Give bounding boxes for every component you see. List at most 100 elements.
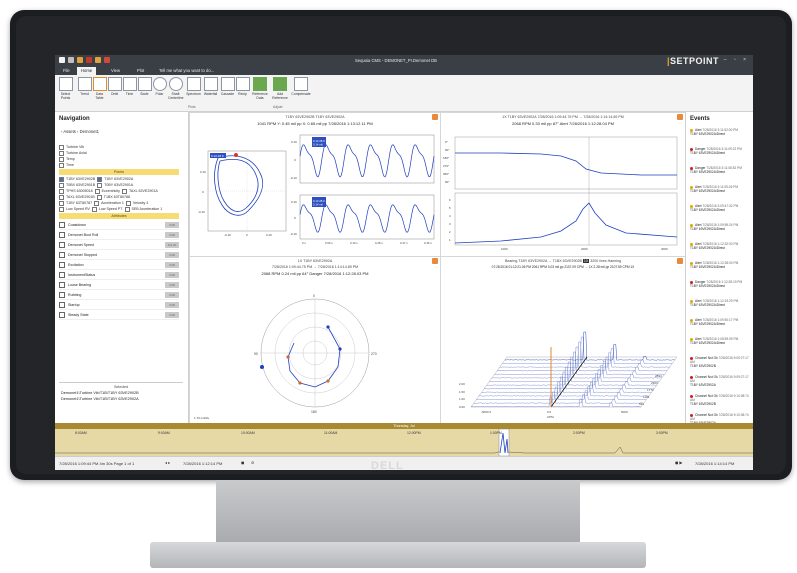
attribute-row[interactable]: InstrumentStatus 0.00	[59, 270, 179, 280]
tab-home[interactable]: Home	[77, 67, 96, 75]
compensate-button[interactable]: Compensate	[291, 77, 311, 96]
event-point: T1BY 63VE2902A\Direct	[690, 341, 725, 345]
save-icon[interactable]	[59, 57, 65, 63]
event-item[interactable]: Alert 7/28/2016 1:12:28:00 PM T1BY 63VE29…	[690, 261, 752, 269]
event-item[interactable]: Alert 7/28/2016 1:08:59:09 PM T1BY 63VE29…	[690, 337, 752, 345]
timeline-bar[interactable]: Thursday, Jul 8:00AM 9:00AM 10:00AM 11:00AM…	[55, 423, 753, 456]
bode-svg: 0° 90° 180° 270° 360° 90° 6 5 4 3 2 1 10…	[441, 113, 685, 256]
trend-button[interactable]: Trend	[77, 77, 92, 96]
pin-icon[interactable]	[432, 114, 438, 120]
title-bar: Sequoia CMS - DEMONET_PI.Demonet DB |SET…	[55, 55, 753, 66]
tell-me-search[interactable]: Tell me what you want to do...	[155, 67, 218, 75]
layout-icon[interactable]	[95, 57, 101, 63]
bookmark-icon[interactable]	[104, 57, 110, 63]
waterfall-trace	[497, 347, 667, 371]
time-waveform-icon	[123, 77, 137, 91]
cascade-button[interactable]: Cascade	[220, 77, 235, 96]
waveform-lower: 0.13 28.0 0.14 mil 0.16 0 -0.16	[290, 195, 434, 239]
attribute-row[interactable]: Demonet Boot Roll 0.00	[59, 230, 179, 240]
event-item[interactable]: Alert 7/28/2016 1:12:32:00 PM T1BY 63VE29…	[690, 242, 752, 250]
attribute-row[interactable]: Excitation 0.00	[59, 260, 179, 270]
event-item[interactable]: Danger 7/28/2016 3:11:09:22 PM T1BY 63VE2…	[690, 147, 752, 155]
waterfall-trace	[492, 357, 662, 378]
attribute-row[interactable]: Coastdown 0.00	[59, 220, 179, 230]
event-item[interactable]: Alert 7/28/2016 3:09:47:32 PM T1BY 63VE29…	[690, 204, 752, 212]
pin-icon[interactable]	[677, 258, 683, 264]
bode-plot[interactable]: 1X T1BY 63VE2902A 7/28/2016 1:09:44.75 P…	[440, 112, 686, 257]
add-reference-button[interactable]: Add Reference	[271, 77, 289, 100]
window-controls[interactable]: – ▫ ×	[724, 57, 749, 63]
event-item[interactable]: Alert 7/28/2016 3:11:05:26 PM T1BY 63VE29…	[690, 185, 752, 193]
cancel-icon[interactable]: ⊘	[251, 460, 254, 465]
waterfall-trace	[487, 367, 657, 385]
amp-tick: 0.00	[459, 405, 465, 409]
shaft-centerline-icon	[169, 77, 183, 91]
plot-icon[interactable]	[77, 57, 83, 63]
event-item[interactable]: Alert 7/28/2016 1:09:50:17 PM T1BY 63VE29…	[690, 318, 752, 326]
event-item[interactable]: Alert 7/28/2016 3:11:52:00 PM T1BY 63VE29…	[690, 128, 752, 136]
point-item[interactable]: Low Speed RV Low Speed PT SEB Accelerati…	[59, 206, 179, 212]
event-point: T1BY 63VE2902A\Direct	[690, 151, 725, 155]
attribute-row[interactable]: Demonet Speed 111.20	[59, 240, 179, 250]
channel-checklist: Turbine Vib Turbine Axial Temp Time Poin…	[59, 144, 179, 320]
selected-point[interactable]: Demonet1\Turbine Vib\T1B\T1BY 63VE2902B	[61, 391, 183, 395]
wave-x-tick: 0.19 s	[350, 241, 358, 245]
pin-icon[interactable]	[677, 114, 683, 120]
channel-item[interactable]: Time	[59, 162, 179, 168]
bode-button[interactable]: Bode	[137, 77, 152, 96]
shaft-centerline-button[interactable]: Shaft Centerline	[168, 77, 183, 100]
wave-y-tick: -0.10	[290, 176, 297, 180]
polar-button[interactable]: Polar	[152, 77, 167, 96]
orbit-x-tick: 0.16	[266, 233, 272, 237]
event-item[interactable]: Channel Not Ok 7/28/2016 9:09:27:17 AM T1…	[690, 356, 752, 368]
polar-plot[interactable]: 1X T1BY 63VE2902A 7/28/2016 1:09:44.75 P…	[189, 256, 441, 424]
setpoint-logo: |SETPOINT	[667, 56, 719, 66]
selected-point[interactable]: Demonet1\Turbine Vib\T1B\T1BY 63VE2902A	[61, 397, 183, 401]
nav-arrows-icon[interactable]: ◂ ▸	[165, 460, 170, 465]
refresh-icon[interactable]	[86, 57, 92, 63]
event-item[interactable]: Danger 7/28/2016 1:12:28:19 PM T1BY 63VE2…	[690, 280, 752, 288]
reference-data-button[interactable]: Reference Data	[251, 77, 269, 100]
event-item[interactable]: Channel Not Ok 7/28/2016 9:09:27:17 AM T1…	[690, 375, 752, 387]
event-item[interactable]: Alert 7/28/2016 1:12:19:29 PM T1BY 63VE29…	[690, 299, 752, 307]
tab-plot[interactable]: Plot	[133, 67, 148, 75]
ribbon-toolbar: Select Points Trend Data Table Orbit Tim…	[55, 75, 753, 112]
recip-button[interactable]: Recip	[235, 77, 250, 96]
time-button[interactable]: Time	[122, 77, 137, 96]
waterfall-button[interactable]: Waterfall	[203, 77, 218, 96]
orbit-svg: 0.13 28.0 0.16 0 -0.16 -0.16 0 0.16 0.13…	[190, 113, 440, 256]
spectrum-button[interactable]: Spectrum	[186, 77, 201, 96]
waterfall-trace	[505, 332, 675, 360]
event-status: Channel Not Ok	[695, 394, 718, 398]
event-item[interactable]: Channel Not Ok 7/28/2016 9:10:08:74 AMT1…	[690, 394, 752, 406]
polar-svg: 0 270 180 90 1.70 mil/div	[190, 257, 440, 423]
data-table-button[interactable]: Data Table	[92, 77, 107, 100]
attribute-row[interactable]: Startup 0.00	[59, 300, 179, 310]
pin-icon[interactable]	[432, 258, 438, 264]
timeline-tick: 12:00PM	[407, 431, 421, 435]
event-item[interactable]: Danger 7/28/2016 3:11:08:52 PM T1BY 63VE2…	[690, 166, 752, 174]
orbit-button[interactable]: Orbit	[107, 77, 122, 96]
amplitude-frame	[455, 193, 677, 245]
settings-icon[interactable]	[68, 57, 74, 63]
attribute-row[interactable]: Rubbing 0.00	[59, 290, 179, 300]
waterfall-plot[interactable]: Bearing T1BY 63VE2902A → T1BX 63VE2902B …	[440, 256, 686, 424]
attribute-row[interactable]: Loose Bearing 0.00	[59, 280, 179, 290]
wave-y-tick: -0.16	[290, 232, 297, 236]
event-item[interactable]: Alert 7/28/2016 1:09:59:24 PM T1BY 63VE29…	[690, 223, 752, 231]
attribute-row[interactable]: Demonet Stopped 0.00	[59, 250, 179, 260]
orbit-y-tick: -0.16	[198, 210, 205, 214]
timeline-tick: 8:00AM	[75, 431, 87, 435]
orbit-timebase-plot[interactable]: T1BY 63VE2902B T1BY 63VE2902A 1041 RPM Y…	[189, 112, 441, 257]
tab-view[interactable]: View	[107, 67, 124, 75]
select-points-button[interactable]: Select Points	[58, 77, 73, 100]
breadcrumb[interactable]: › Assets › Demonet1	[61, 129, 99, 134]
polar-angle-label: 270	[371, 352, 377, 356]
attribute-row[interactable]: Steady State 0.00	[59, 310, 179, 320]
playback-icons[interactable]: ◼ ▶	[675, 460, 683, 465]
cpm-tick: -5000 0	[481, 410, 492, 414]
tab-file[interactable]: File	[59, 67, 74, 75]
stop-icon[interactable]: ◼	[241, 460, 244, 465]
rpm-tick: 3000	[661, 247, 668, 251]
phase-tick: 270°	[443, 164, 450, 168]
